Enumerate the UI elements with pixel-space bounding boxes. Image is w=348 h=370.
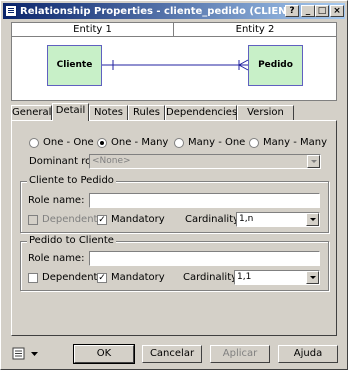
radio-one-many-indicator	[97, 137, 107, 148]
dependent-checkbox-2-box	[28, 272, 38, 283]
radio-many-one[interactable]: Many - One	[174, 137, 245, 148]
mandatory-checkbox-1[interactable]: ✓ Mandatory	[97, 214, 165, 225]
pedido-to-cliente-title: Pedido to Cliente	[27, 235, 116, 246]
mandatory-label-2: Mandatory	[111, 272, 165, 283]
dependent-checkbox-1-box	[28, 214, 38, 225]
close-button[interactable]: ×	[330, 5, 344, 17]
properties-menu-button[interactable]	[11, 346, 43, 362]
cardinality-select-1[interactable]: 1,n	[236, 212, 320, 227]
window-title: Relationship Properties - cliente_pedido…	[20, 5, 290, 17]
cardinality-1-dropdown-arrow-icon[interactable]	[306, 213, 319, 226]
detail-panel: One - One One - Many Many - One Many - M…	[11, 120, 337, 336]
cardinality-label-2: Cardinality:	[183, 272, 240, 283]
cliente-to-pedido-title: Cliente to Pedido	[27, 175, 116, 186]
relationship-line	[102, 59, 249, 71]
ok-button[interactable]: OK	[73, 344, 135, 364]
radio-one-many[interactable]: One - Many	[97, 137, 168, 148]
radio-one-one-indicator	[29, 137, 39, 148]
cardinality-select-2[interactable]: 1,1	[234, 270, 320, 285]
title-bar[interactable]: Relationship Properties - cliente_pedido…	[3, 3, 345, 19]
role-name-input-2[interactable]	[89, 251, 320, 266]
mandatory-checkbox-1-box: ✓	[97, 214, 107, 225]
dependent-checkbox-2[interactable]: Dependent	[28, 272, 97, 283]
tab-dependencies[interactable]: Dependencies	[165, 105, 237, 120]
mandatory-checkbox-2[interactable]: ✓ Mandatory	[97, 272, 165, 283]
apply-button[interactable]: Aplicar	[210, 345, 270, 363]
cardinality-value-1: 1,n	[239, 214, 254, 224]
radio-one-one-label: One - One	[43, 137, 94, 148]
dominant-role-select[interactable]: <None>	[89, 154, 321, 169]
role-name-label-1: Role name:	[28, 195, 85, 206]
help-button[interactable]: Ajuda	[278, 345, 338, 363]
tab-notes[interactable]: Notes	[89, 105, 128, 120]
relationship-properties-dialog: Relationship Properties - cliente_pedido…	[0, 0, 348, 370]
cardinality-label-1: Cardinality:	[185, 214, 242, 225]
dominant-role-value: <None>	[92, 156, 131, 166]
role-name-input-1[interactable]	[89, 193, 320, 208]
cancel-button[interactable]: Cancelar	[142, 345, 202, 363]
minimize-button[interactable]: _	[301, 5, 315, 17]
radio-many-many[interactable]: Many - Many	[249, 137, 327, 148]
radio-many-many-indicator	[249, 137, 259, 148]
dominant-role-dropdown-arrow-icon[interactable]	[307, 155, 320, 168]
app-icon	[5, 5, 17, 17]
dependent-label-1: Dependent	[42, 214, 98, 225]
tab-version-info[interactable]: Version Info	[237, 105, 294, 132]
role-name-label-2: Role name:	[28, 253, 85, 264]
cardinality-value-2: 1,1	[237, 272, 252, 282]
radio-one-one[interactable]: One - One	[29, 137, 94, 148]
tab-general[interactable]: General	[11, 105, 52, 120]
list-menu-icon	[12, 347, 38, 360]
cardinality-2-dropdown-arrow-icon[interactable]	[306, 271, 319, 284]
cliente-to-pedido-group: Cliente to Pedido Role name: Dependent ✓…	[20, 175, 329, 233]
mandatory-label-1: Mandatory	[111, 214, 165, 225]
dependent-label-2: Dependent	[42, 272, 98, 283]
tab-detail[interactable]: Detail	[52, 103, 89, 121]
maximize-button[interactable]: □	[315, 5, 329, 17]
help-title-button[interactable]: ?	[285, 5, 299, 17]
pedido-to-cliente-group: Pedido to Cliente Role name: Dependent ✓…	[20, 235, 329, 291]
tab-rules[interactable]: Rules	[128, 105, 165, 120]
radio-many-one-label: Many - One	[188, 137, 246, 148]
radio-many-one-indicator	[174, 137, 184, 148]
dependent-checkbox-1[interactable]: Dependent	[28, 214, 97, 225]
mandatory-checkbox-2-box: ✓	[97, 272, 107, 283]
relationship-diagram: Entity 1 Entity 2 Cliente Pedido	[11, 22, 337, 101]
radio-many-many-label: Many - Many	[263, 137, 327, 148]
radio-one-many-label: One - Many	[111, 137, 169, 148]
